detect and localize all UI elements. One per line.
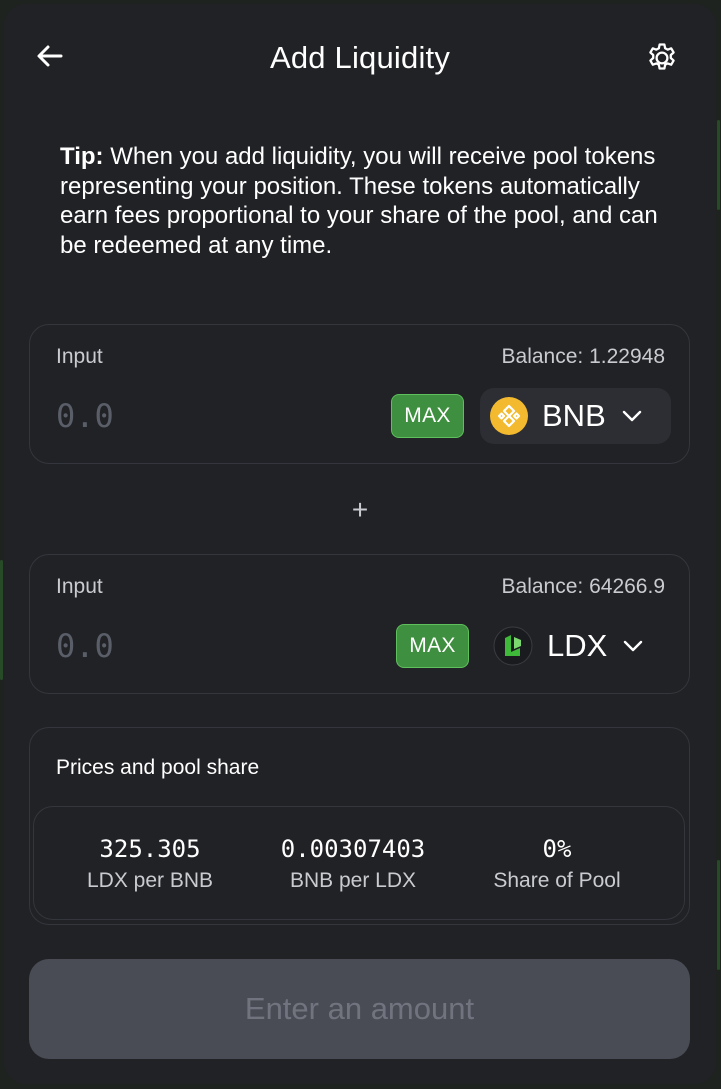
price-value: 0.00307403 xyxy=(280,835,426,863)
input-label: Input xyxy=(56,345,103,368)
prices-and-pool-share-card: Prices and pool share 325.305 LDX per BN… xyxy=(29,727,690,925)
price-ldx-per-bnb: 325.305 LDX per BNB xyxy=(45,833,255,893)
input-label: Input xyxy=(56,575,103,598)
add-liquidity-panel: Add Liquidity Tip: When you add liquidit… xyxy=(4,4,716,1084)
amount-input-bnb[interactable] xyxy=(56,391,356,441)
token-select-ldx[interactable]: LDX xyxy=(493,618,663,674)
gear-icon xyxy=(649,43,675,70)
background-decoration xyxy=(717,860,720,970)
token-name-bnb: BNB xyxy=(542,398,606,433)
token-select-bnb[interactable]: BNB xyxy=(480,388,671,444)
chevron-down-icon xyxy=(623,640,643,652)
ldx-logo-icon xyxy=(493,626,533,666)
max-button-ldx[interactable]: MAX xyxy=(396,624,469,668)
token-name-ldx: LDX xyxy=(547,628,608,663)
page-title: Add Liquidity xyxy=(269,40,451,75)
background-decoration xyxy=(717,120,720,210)
price-value: 0% xyxy=(542,835,572,863)
price-label: Share of Pool xyxy=(493,869,621,892)
bnb-logo-icon xyxy=(490,397,528,435)
settings-button[interactable] xyxy=(642,38,682,78)
balance-text: Balance: 1.22948 xyxy=(501,345,665,368)
prices-title: Prices and pool share xyxy=(56,756,260,779)
share-of-pool: 0% Share of Pool xyxy=(452,833,662,893)
tip-text: Tip: When you add liquidity, you will re… xyxy=(60,142,670,260)
header: Add Liquidity xyxy=(4,30,716,86)
prices-row: 325.305 LDX per BNB 0.00307403 BNB per L… xyxy=(33,806,685,920)
enter-amount-button[interactable]: Enter an amount xyxy=(29,959,690,1059)
price-value: 325.305 xyxy=(99,835,201,863)
balance-text: Balance: 64266.9 xyxy=(501,575,665,598)
price-label: BNB per LDX xyxy=(289,869,417,892)
token-input-card-bnb: Input Balance: 1.22948 MAX BNB xyxy=(29,324,690,464)
chevron-down-icon xyxy=(622,410,642,422)
max-button-bnb[interactable]: MAX xyxy=(391,394,464,438)
tip-label: Tip: xyxy=(60,143,104,170)
tip-body: When you add liquidity, you will receive… xyxy=(60,143,658,259)
token-input-card-ldx: Input Balance: 64266.9 MAX LDX xyxy=(29,554,690,694)
background-decoration xyxy=(0,560,3,680)
plus-separator: + xyxy=(351,494,369,525)
price-bnb-per-ldx: 0.00307403 BNB per LDX xyxy=(248,833,458,893)
price-label: LDX per BNB xyxy=(86,869,214,892)
amount-input-ldx[interactable] xyxy=(56,621,356,671)
